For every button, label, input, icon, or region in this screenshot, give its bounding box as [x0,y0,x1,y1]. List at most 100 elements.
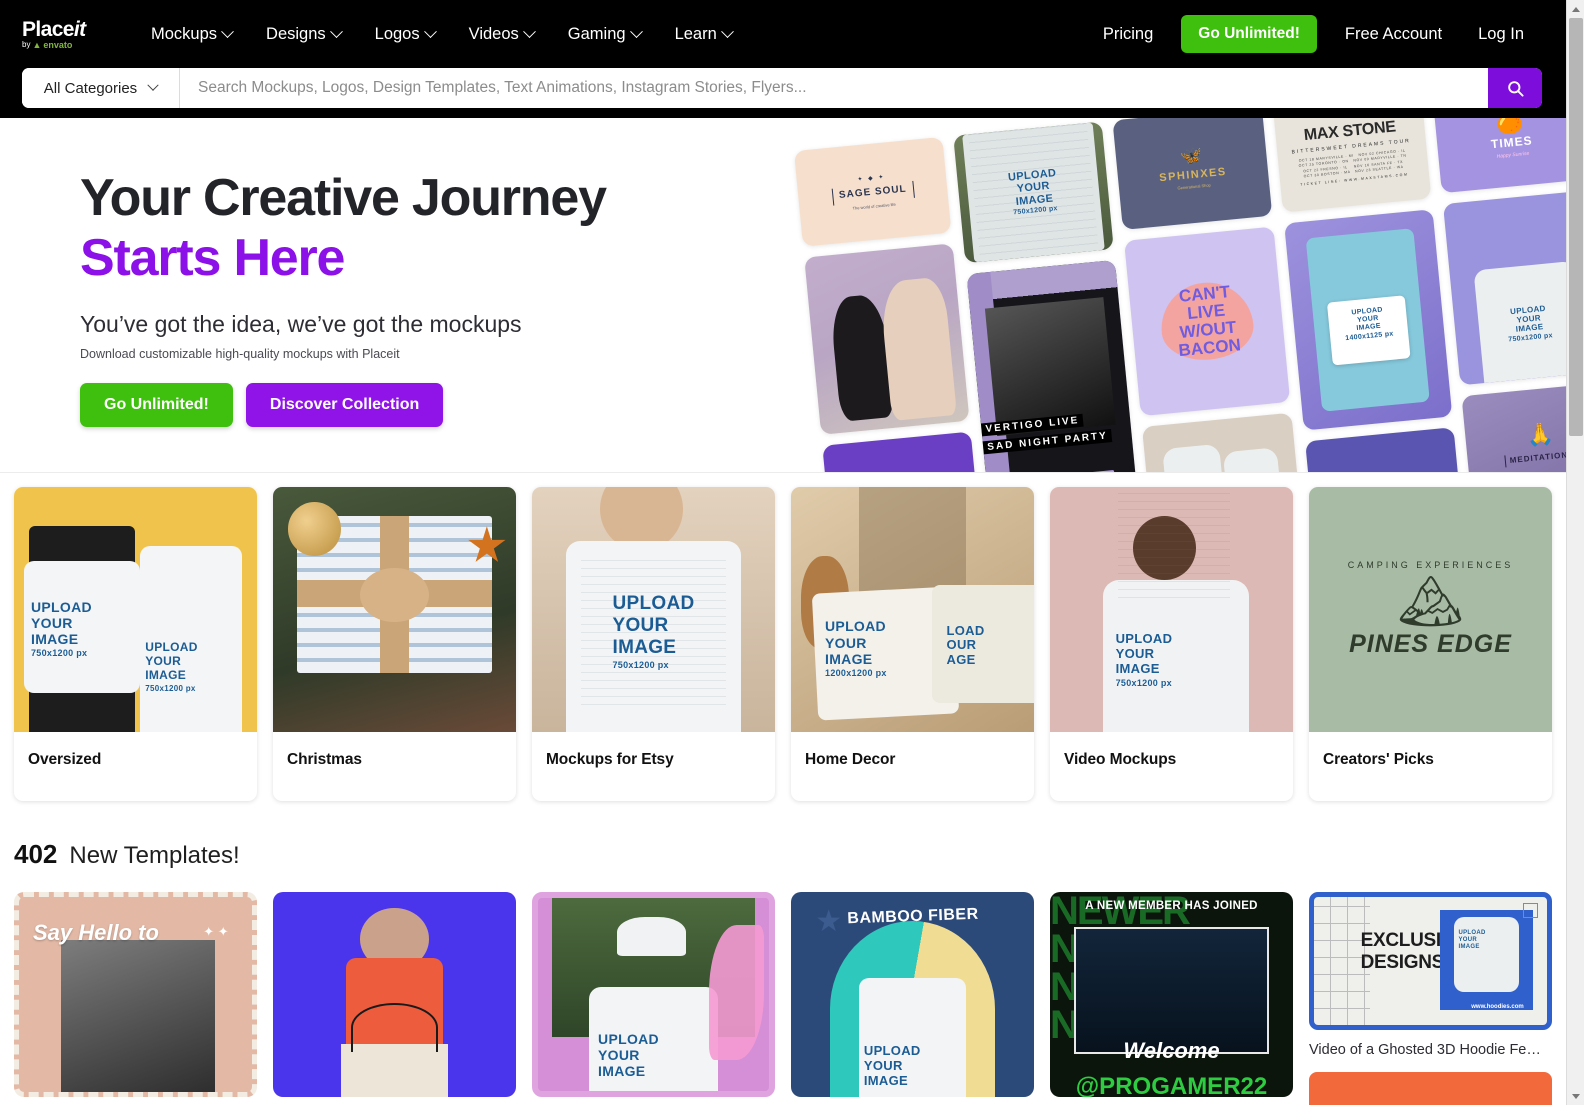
collage-upload-label: UPLOAD YOUR IMAGE 1400x1125 px [1331,304,1405,344]
chevron-down-icon [629,24,643,38]
template-card-gamer-new-member[interactable]: NEWERNEWERNEWERNEWER A NEW MEMBER HAS JO… [1050,892,1293,1105]
template-card-say-hello[interactable]: Say Hello to ✦ ✦ [14,892,257,1105]
category-label: Creators' Picks [1323,751,1434,768]
nav-item-videos[interactable]: Videos [452,17,551,52]
chevron-down-icon [1572,1093,1580,1099]
new-templates-heading: 402 New Templates! [0,801,1566,870]
copy-icon [1522,903,1538,919]
category-card-home-decor[interactable]: UPLOAD YOUR IMAGE 1200x1200 px LOAD OUR AGE … [791,487,1034,801]
collage-tile-label: CAN'T LIVE W/OUT BACON [1177,282,1242,361]
scrollbar-thumb[interactable] [1569,18,1583,436]
template-title: Video of a Ghosted 3D Hoodie Fe… [1309,1042,1541,1058]
new-templates-count: 402 [14,839,58,869]
moth-icon: 🦋 [1179,144,1204,167]
template-card-street-tshirt[interactable]: UPLOAD YOUR IMAGE [532,892,775,1105]
chevron-down-icon [221,24,234,38]
logo-text-place: Place [22,17,74,41]
collage-tile-mug-upload[interactable]: UPLOAD YOUR IMAGE 1400x1125 px [1283,209,1453,431]
placeit-logo[interactable]: Placeit by ▲ envato [22,19,100,50]
hero-buttons: Go Unlimited! Discover Collection [80,382,760,427]
nav-item-logos[interactable]: Logos [358,17,452,52]
nav-item-gaming[interactable]: Gaming [551,17,658,52]
new-templates-label: New Templates! [69,842,240,869]
hero-copy: Your Creative Journey Starts Here You’ve… [80,168,760,427]
category-row: UPLOAD YOUR IMAGE 750x1200 px UPLOAD YOUR IM… [14,487,1552,801]
scroll-down-button[interactable] [1567,1087,1584,1105]
free-account-link[interactable]: Free Account [1327,17,1460,52]
category-card-oversized[interactable]: UPLOAD YOUR IMAGE 750x1200 px UPLOAD YOUR IM… [14,487,257,801]
search-input[interactable] [180,68,1488,108]
nav-item-designs[interactable]: Designs [249,17,358,52]
nav-item-learn[interactable]: Learn [658,17,749,52]
collage-tile-man-tshirt-card[interactable]: UPLOAD YOUR IMAGE 750x1200 px [1442,189,1566,386]
nav-label: Videos [468,24,519,43]
sparkle-icon: ✦ ✦ [203,924,229,940]
page-scrollbar[interactable] [1566,0,1584,1105]
template-image: ★ BAMBOO FIBER UPLOAD YOUR IMAGE [791,892,1034,1097]
nav-actions: Pricing Go Unlimited! Free Account Log I… [1085,15,1542,53]
template-card-bamboo-fiber[interactable]: ★ BAMBOO FIBER UPLOAD YOUR IMAGE [791,892,1034,1105]
collage-tile-his-id[interactable]: HIS ID [1304,427,1461,472]
hero-collage: ✦ ◆ ✦ SAGE SOUL The world of creative li… [793,118,1566,472]
login-link[interactable]: Log In [1460,17,1542,52]
template-image: Say Hello to ✦ ✦ [14,892,257,1097]
logo-arc-text: CAMPING EXPERIENCES [1347,560,1514,570]
collage-tile-times[interactable]: 🍊 TIMES Happy Sunrise [1431,118,1566,194]
template-overlay-text: A NEW MEMBER HAS JOINED [1085,900,1258,913]
template-overlay-text: Say Hello to [32,920,159,946]
chevron-down-icon [423,24,437,38]
nav-item-mockups[interactable]: Mockups [134,17,249,52]
category-image: UPLOAD YOUR IMAGE 750x1200 px [532,487,775,732]
category-select[interactable]: All Categories [22,68,180,108]
collage-tile-tshirt-upload[interactable]: UPLOAD YOUR IMAGE 750x1200 px [953,121,1115,264]
upload-overlay-text: UPLOAD YOUR IMAGE [1458,930,1486,951]
upload-overlay-size: 1200x1200 px [825,667,887,678]
collage-tile-dog-bandana[interactable] [804,243,970,435]
hero-discover-collection-button[interactable]: Discover Collection [245,382,444,427]
collage-tile-vertigo-live[interactable]: VERTIGO LIVE SAD NIGHT PARTY [966,259,1138,472]
hero-section: Your Creative Journey Starts Here You’ve… [0,118,1566,473]
category-label: Christmas [287,751,362,768]
logo-by-text: by [22,40,31,49]
collage-tile-label: MEDITATIONS [1504,448,1566,468]
template-image: EXCLUSIVE DESIGNS UPLOAD YOUR IMAGE www.hoo… [1309,892,1552,1030]
category-card-mockups-for-etsy[interactable]: UPLOAD YOUR IMAGE 750x1200 px Mockups for … [532,487,775,801]
upload-overlay-text: UPLOAD YOUR IMAGE 750x1200 px [1116,631,1228,688]
category-card-creators-picks[interactable]: CAMPING EXPERIENCES 🏔 PINES EDGE Creator… [1309,487,1552,801]
chevron-down-icon [329,24,343,38]
category-image: UPLOAD YOUR IMAGE 1200x1200 px LOAD OUR AGE [791,487,1034,732]
collage-tile-dukes[interactable]: DUKE’S [822,431,981,472]
collage-tile-label: TIMES [1490,132,1534,151]
category-label: Video Mockups [1064,751,1177,768]
browser-viewport: Placeit by ▲ envato Mockups Designs Logo… [0,0,1584,1105]
collage-tile-bacon[interactable]: CAN'T LIVE W/OUT BACON [1124,226,1290,417]
collage-tile-meditations[interactable]: 🙏 MEDITATIONS [1461,382,1566,472]
category-image: UPLOAD YOUR IMAGE 750x1200 px UPLOAD YOUR IM… [14,487,257,732]
template-overlay-text: BAMBOO FIBER [846,906,979,928]
collage-column: 🦋 SPHINXES Generational Shop CAN'T LIVE W/… [1112,118,1302,472]
scroll-up-button[interactable] [1567,0,1584,18]
mountain-tent-icon: 🏔 [1397,573,1464,631]
hero-subtitle: You’ve got the idea, we’ve got the mocku… [80,310,522,337]
template-card-exclusive-designs[interactable]: EXCLUSIVE DESIGNS UPLOAD YOUR IMAGE www.hoo… [1309,892,1552,1105]
envato-leaf-icon: ▲ [32,39,42,50]
praying-hands-icon: 🙏 [1525,420,1555,449]
category-card-christmas[interactable]: Christmas [273,487,516,801]
template-cta-bar[interactable] [1309,1072,1552,1105]
hero-title-line2: Starts Here [80,229,345,288]
search-button[interactable] [1488,68,1542,108]
go-unlimited-button[interactable]: Go Unlimited! [1181,15,1317,53]
pricing-link[interactable]: Pricing [1085,17,1171,52]
category-card-video-mockups[interactable]: UPLOAD YOUR IMAGE 750x1200 px Video Mockup… [1050,487,1293,801]
collage-tile-max-stone[interactable]: MAX STONE BITTERSWEET DREAMS TOUR OCT 18… [1272,118,1432,213]
collage-tile-sage-soul[interactable]: ✦ ◆ ✦ SAGE SOUL The world of creative li… [793,136,952,247]
collage-tile-sub: Happy Sunrise [1496,150,1530,160]
collage-tile-sphinxes[interactable]: 🦋 SPHINXES Generational Shop [1112,118,1272,230]
collage-tile-couple-hoodies[interactable]: UPLOADYOURIMAGE [1142,412,1300,472]
chevron-up-icon [1572,6,1580,12]
chevron-down-icon [147,79,159,91]
hero-go-unlimited-button[interactable]: Go Unlimited! [80,382,233,427]
category-image: UPLOAD YOUR IMAGE 750x1200 px [1050,487,1293,732]
template-card-tote-bag[interactable] [273,892,516,1105]
logo-text-it: it [73,17,86,41]
